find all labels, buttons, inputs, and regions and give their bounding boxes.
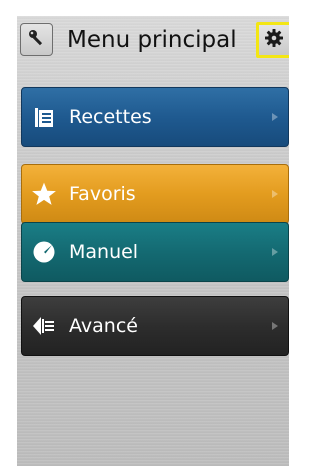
menu-item-manuel[interactable]: Manuel	[21, 222, 289, 282]
dial-icon	[31, 239, 57, 265]
menu-item-label: Manuel	[69, 241, 139, 263]
chevron-right-icon	[272, 113, 278, 121]
menu-item-label: Avancé	[69, 315, 138, 337]
star-icon	[31, 181, 57, 207]
chevron-right-icon	[272, 248, 278, 256]
settings-button[interactable]	[256, 22, 289, 58]
header-bar: Menu principal	[17, 16, 289, 66]
menu-item-avance[interactable]: Avancé	[21, 296, 289, 356]
advanced-arrow-icon	[31, 313, 57, 339]
menu-item-label: Favoris	[69, 183, 136, 205]
menu-item-favoris[interactable]: Favoris	[21, 164, 289, 224]
book-list-icon	[31, 104, 57, 130]
menu-item-label: Recettes	[69, 106, 152, 128]
key-icon	[27, 28, 47, 52]
menu-item-recettes[interactable]: Recettes	[21, 87, 289, 147]
chevron-right-icon	[272, 190, 278, 198]
key-button[interactable]	[20, 23, 53, 56]
page-title: Menu principal	[67, 27, 237, 53]
app-screen: Menu principal Recettes Favoris Manuel A…	[17, 16, 289, 466]
gear-icon	[264, 28, 284, 52]
chevron-right-icon	[272, 322, 278, 330]
